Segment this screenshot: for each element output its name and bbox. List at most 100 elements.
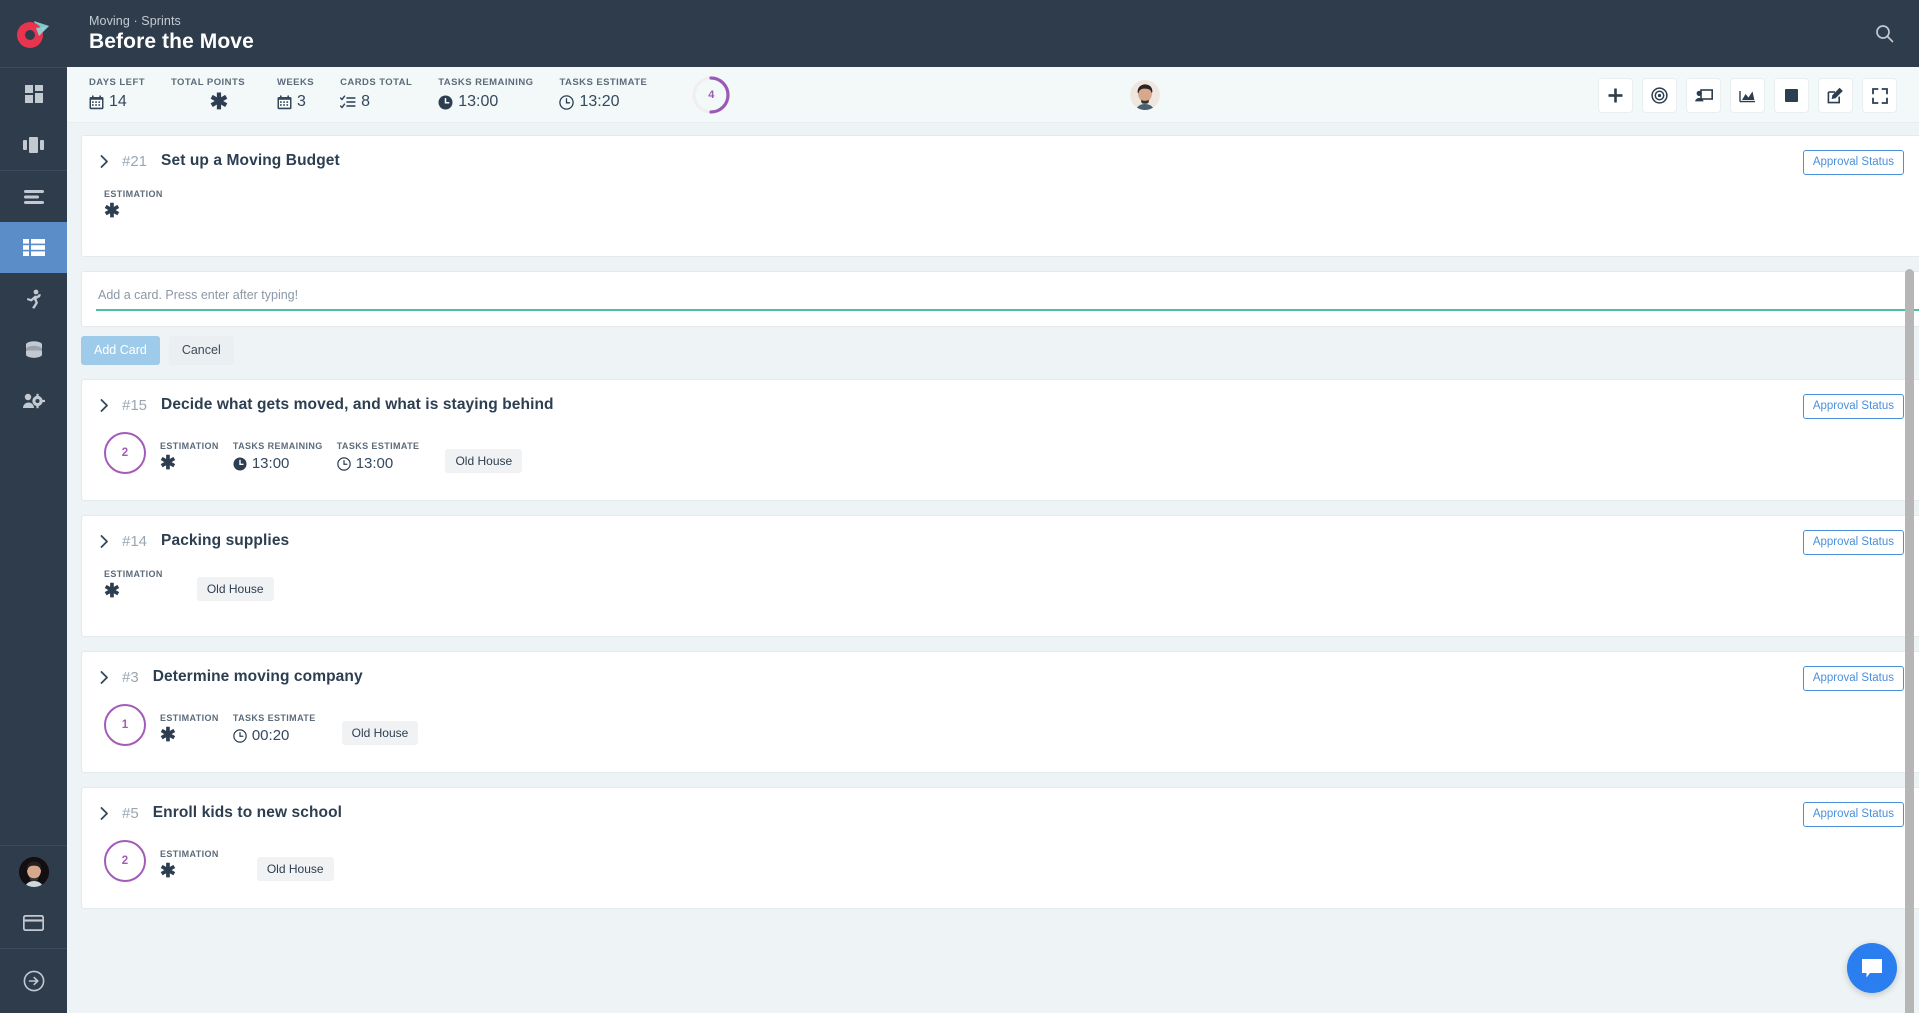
bar-chart-icon — [1739, 91, 1755, 103]
chat-support-button[interactable] — [1847, 943, 1897, 993]
cycle-logo-icon — [16, 20, 49, 48]
sidebar-item-dashboard[interactable] — [0, 68, 67, 119]
database-stack-icon — [25, 340, 42, 358]
running-person-icon — [26, 289, 41, 309]
toolbar-target-button[interactable] — [1642, 78, 1677, 113]
assignee-avatar[interactable] — [1130, 80, 1160, 110]
toolbar-presentation-button[interactable] — [1686, 78, 1721, 113]
card-title: Enroll kids to new school — [152, 804, 343, 821]
table-rows-icon — [22, 239, 45, 256]
scrollbar-thumb[interactable] — [1905, 269, 1914, 1013]
card-item[interactable]: #14 Packing supplies Approval Status EST… — [81, 515, 1919, 637]
approval-status-button[interactable]: Approval Status — [1802, 394, 1904, 419]
expand-chevron-icon[interactable] — [100, 398, 122, 412]
card-item[interactable]: #21 Set up a Moving Budget Approval Stat… — [81, 135, 1919, 257]
metrics-group: ESTIMATION ✱ Old House — [160, 848, 334, 882]
stats-toolbar: DAYS LEFT 14 TOTAL POINTS ✱ WEEKS 3 CARD… — [67, 67, 1919, 123]
metric-label: ESTIMATION — [160, 713, 219, 723]
card-tag[interactable]: Old House — [341, 721, 419, 745]
card-actions: Approval Status — [1802, 802, 1919, 827]
card-metrics: ESTIMATION ✱ — [100, 188, 1919, 222]
app-logo[interactable] — [0, 0, 67, 67]
card-title: Decide what gets moved, and what is stay… — [161, 396, 554, 413]
expand-chevron-icon[interactable] — [100, 534, 122, 548]
metric-tasks-estimate: TASKS ESTIMATE 13:00 — [337, 440, 420, 474]
calendar-icon — [89, 94, 104, 109]
sidebar-item-database[interactable] — [0, 324, 67, 375]
card-item[interactable]: #3 Determine moving company Approval Sta… — [81, 651, 1919, 773]
asterisk-icon: ✱ — [104, 201, 120, 222]
sidebar-item-boards[interactable] — [0, 119, 67, 170]
cards-scroll-area[interactable]: #21 Set up a Moving Budget Approval Stat… — [67, 123, 1919, 1013]
metric-label: ESTIMATION — [160, 849, 219, 859]
card-item[interactable]: #15 Decide what gets moved, and what is … — [81, 379, 1919, 501]
add-card-input[interactable] — [96, 288, 1919, 311]
vertical-scrollbar[interactable] — [1905, 269, 1914, 1013]
sidebar-item-team-settings[interactable] — [0, 375, 67, 426]
add-card-submit-button[interactable]: Add Card — [81, 336, 160, 365]
metric-value: ✱ — [160, 454, 219, 474]
app-root: Moving · Sprints Before the Move DAYS LE… — [0, 0, 1919, 1013]
card-item[interactable]: #5 Enroll kids to new school Approval St… — [81, 787, 1919, 909]
metrics-group: ESTIMATION ✱ TASKS REMAINING 13:00 TASKS… — [160, 440, 523, 474]
checklist-icon — [340, 95, 356, 109]
people-gear-icon — [22, 393, 45, 408]
list-lines-icon — [23, 189, 44, 204]
expand-chevron-icon[interactable] — [100, 806, 122, 820]
sidebar-item-billing[interactable] — [0, 897, 67, 948]
sidebar-item-sprints[interactable] — [0, 222, 67, 273]
credit-card-icon — [23, 914, 44, 931]
sidebar-item-backlog[interactable] — [0, 171, 67, 222]
sidebar-item-activity[interactable] — [0, 273, 67, 324]
approval-status-button[interactable]: Approval Status — [1802, 666, 1904, 691]
card-tag[interactable]: Old House — [196, 577, 274, 601]
metric-estimation: ESTIMATION ✱ — [104, 568, 163, 602]
stat-label: WEEKS — [276, 77, 315, 88]
card-header: #5 Enroll kids to new school — [100, 804, 1919, 822]
metric-label: TASKS ESTIMATE — [232, 713, 316, 723]
expand-chevron-icon[interactable] — [100, 154, 122, 168]
metric-label: ESTIMATION — [104, 189, 163, 199]
stat-number: 14 — [109, 93, 127, 110]
asterisk-icon: ✱ — [160, 861, 176, 882]
toolbar-stop-button[interactable] — [1774, 78, 1809, 113]
square-stop-icon — [1785, 89, 1798, 102]
card-tag[interactable]: Old House — [256, 857, 334, 881]
card-metrics: ESTIMATION ✱ Old House — [100, 568, 1919, 602]
stat-days-left: DAYS LEFT 14 — [89, 77, 145, 112]
search-button[interactable] — [1871, 21, 1897, 47]
toolbar-fullscreen-button[interactable] — [1862, 78, 1897, 113]
card-actions: Approval Status — [1802, 150, 1919, 175]
toolbar-add-button[interactable] — [1598, 78, 1633, 113]
search-icon — [1875, 25, 1893, 43]
metric-tasks-remaining: TASKS REMAINING 13:00 — [233, 440, 323, 474]
stat-label: TASKS REMAINING — [438, 77, 534, 88]
metric-estimation: ESTIMATION ✱ — [160, 848, 219, 882]
add-card-cancel-button[interactable]: Cancel — [168, 336, 234, 365]
approval-status-button[interactable]: Approval Status — [1802, 530, 1904, 555]
metric-value: ✱ — [160, 862, 219, 882]
card-actions: Approval Status — [1802, 394, 1919, 419]
stat-value-wrap: 13:20 — [559, 92, 647, 112]
stat-label: CARDS TOTAL — [340, 77, 413, 88]
stat-label: TOTAL POINTS — [170, 77, 245, 88]
card-number: #14 — [122, 532, 148, 550]
card-metrics: 2 ESTIMATION ✱ TASKS REMAINING 13:00 TAS… — [100, 432, 1919, 474]
page-title: Before the Move — [89, 29, 254, 53]
approval-status-button[interactable]: Approval Status — [1802, 802, 1904, 827]
metric-number: 00:20 — [251, 727, 290, 744]
clock-filled-icon — [233, 457, 247, 471]
approval-status-button[interactable]: Approval Status — [1802, 150, 1904, 175]
stat-weeks: WEEKS 3 — [277, 77, 314, 112]
sidebar-item-profile[interactable] — [0, 846, 67, 897]
sidebar-item-logout[interactable] — [0, 949, 67, 1013]
clock-outline-icon — [233, 729, 247, 743]
user-avatar-icon — [1130, 80, 1160, 110]
metric-label: ESTIMATION — [160, 441, 219, 451]
toolbar-edit-button[interactable] — [1818, 78, 1853, 113]
card-tag[interactable]: Old House — [445, 449, 523, 473]
stat-value-wrap: 13:00 — [438, 92, 533, 112]
toolbar-chart-button[interactable] — [1730, 78, 1765, 113]
card-number: #5 — [122, 804, 139, 822]
expand-chevron-icon[interactable] — [100, 670, 122, 684]
